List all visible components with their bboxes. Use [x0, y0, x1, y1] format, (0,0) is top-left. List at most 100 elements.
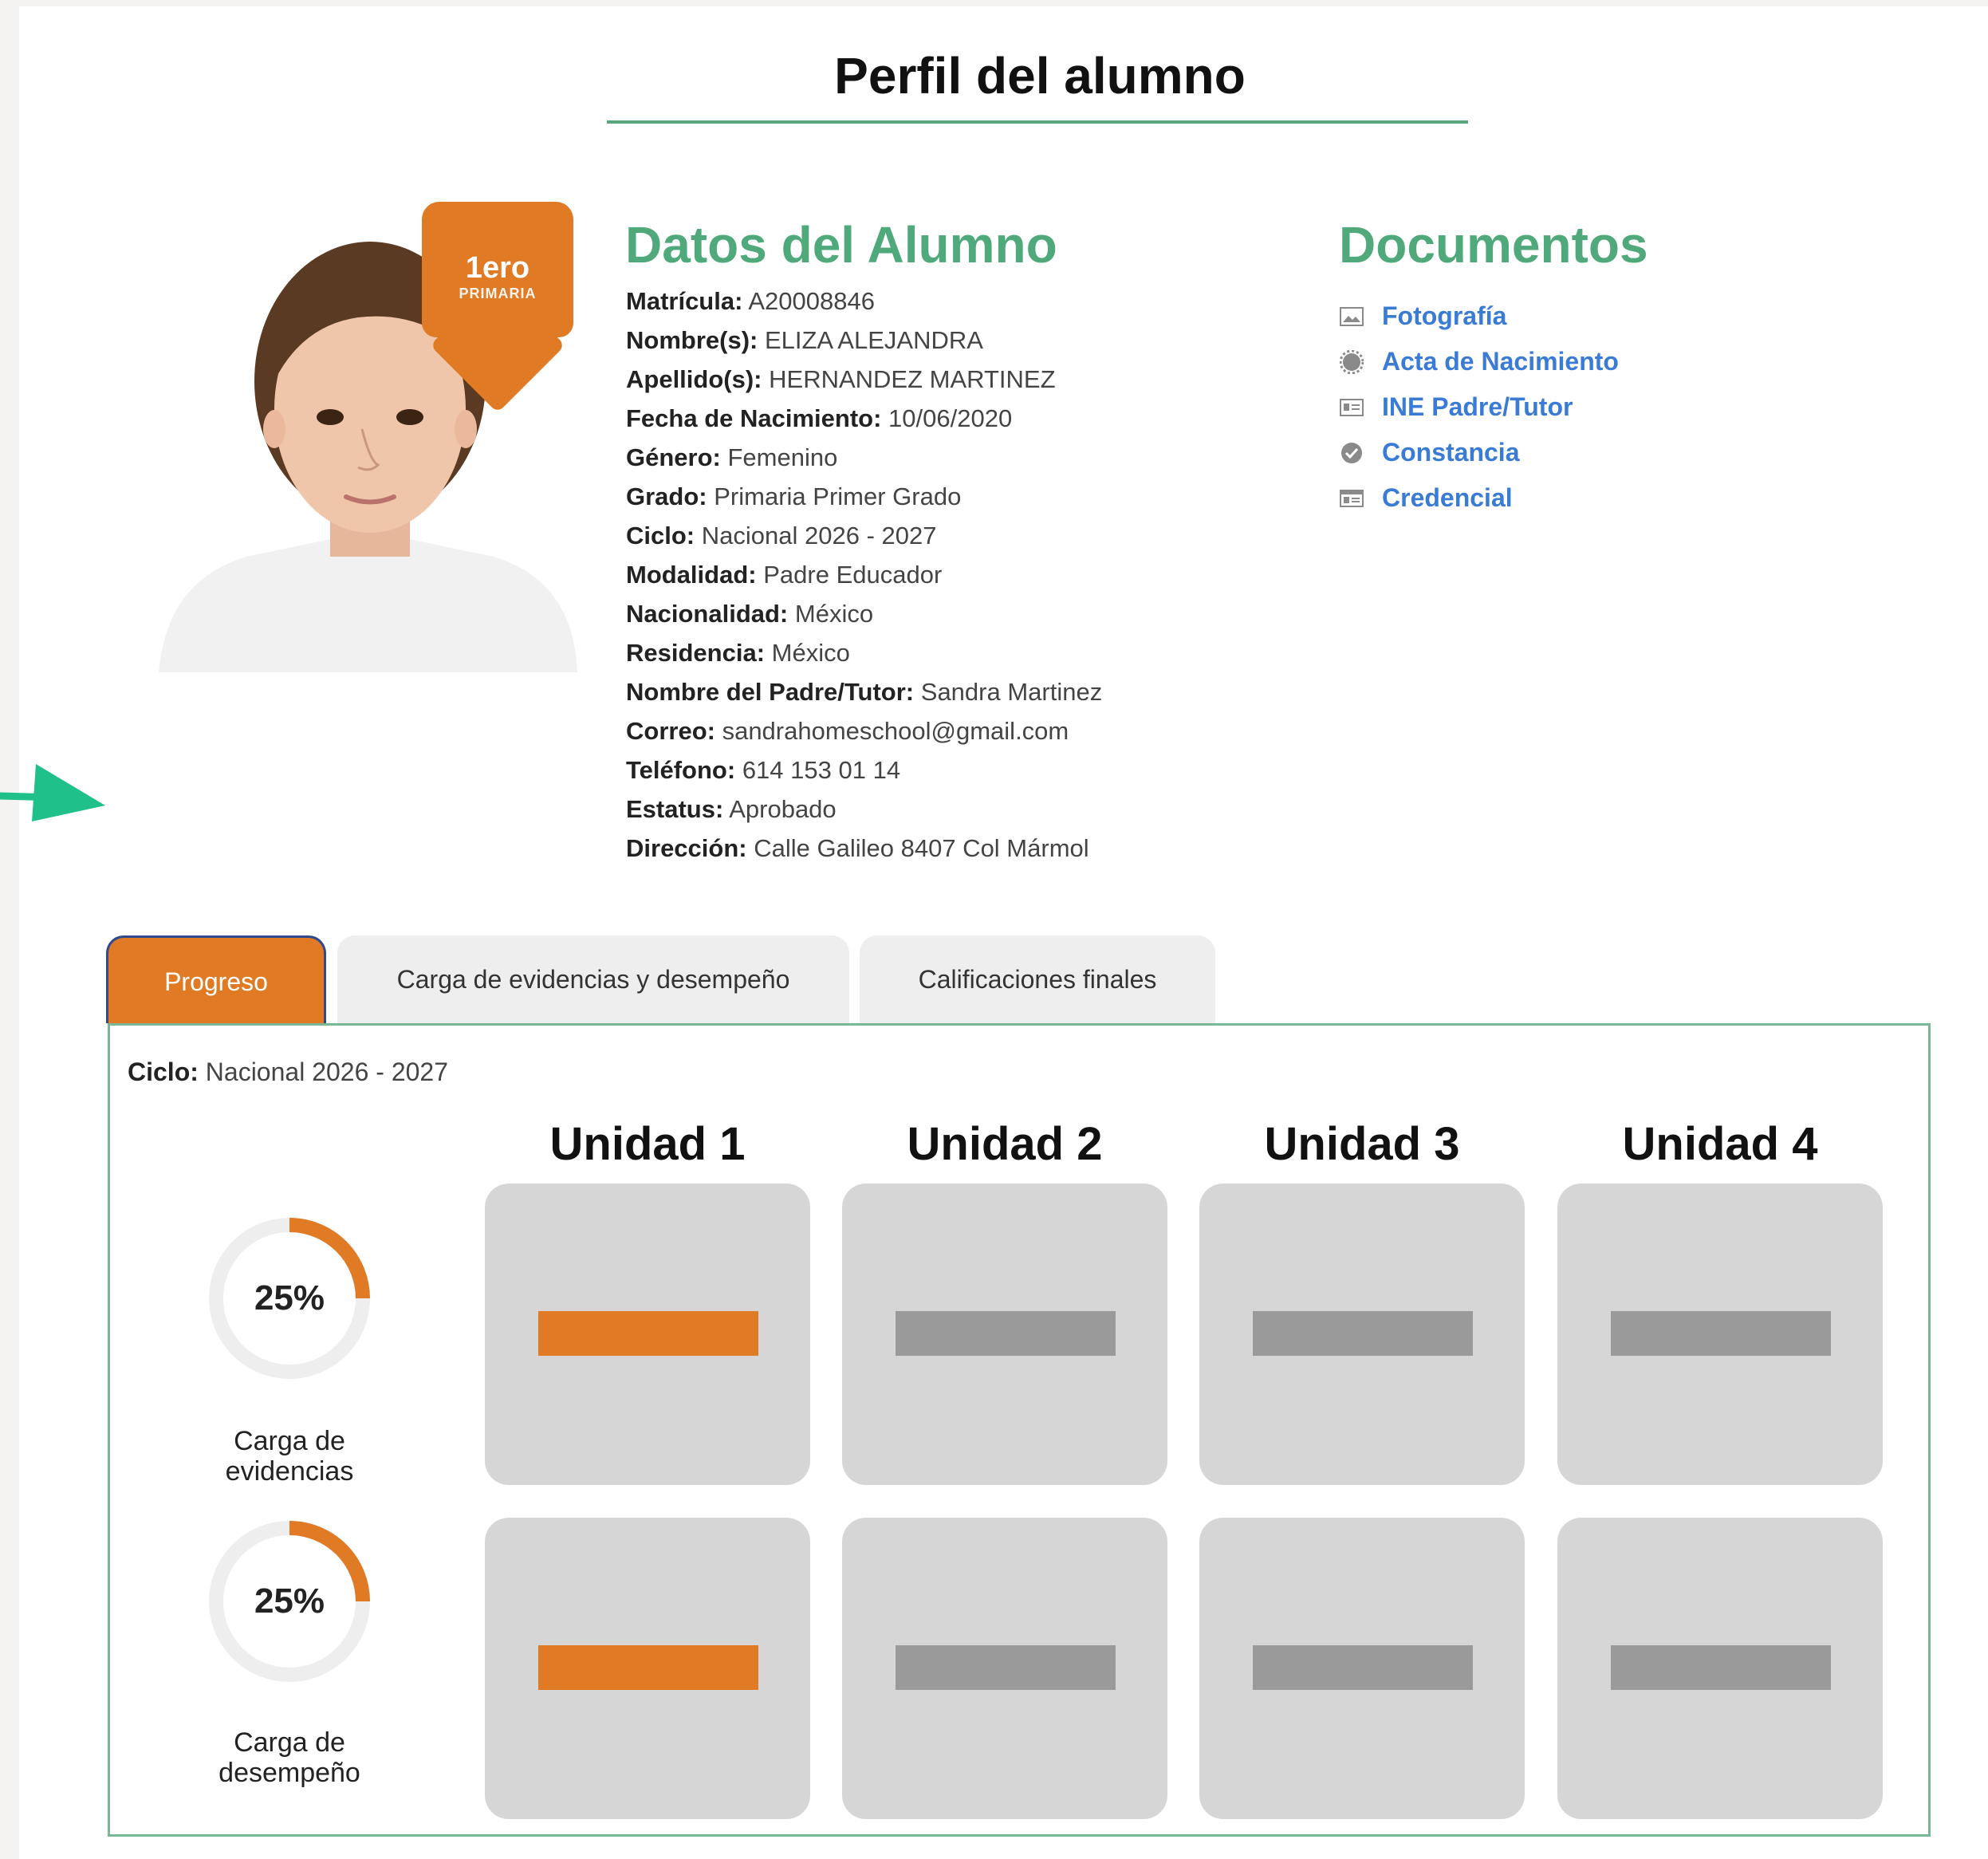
unit-status-bar-pending: [1611, 1311, 1831, 1356]
data-row: Dirección: Calle Galileo 8407 Col Mármol: [626, 829, 1102, 868]
data-row: Residencia: México: [626, 633, 1102, 672]
unit-status-card[interactable]: [485, 1184, 810, 1485]
arrow-icon: [0, 764, 105, 821]
document-label: Credencial: [1382, 483, 1513, 512]
data-row-label: Nombre del Padre/Tutor:: [626, 678, 915, 706]
data-row: Teléfono: 614 153 01 14: [626, 750, 1102, 790]
student-data-list: Matrícula: A20008846 Nombre(s): ELIZA ALE…: [626, 282, 1102, 868]
unit-status-card[interactable]: [842, 1184, 1167, 1485]
data-row-value: Femenino: [727, 443, 838, 471]
image-icon: [1339, 306, 1364, 327]
page-title: Perfil del alumno: [834, 47, 1246, 104]
unit-status-card[interactable]: [1557, 1518, 1883, 1819]
data-row-label: Nombre(s):: [626, 326, 758, 354]
grade-badge: 1ero PRIMARIA: [422, 202, 573, 337]
data-row-label: Nacionalidad:: [626, 600, 789, 628]
progress-label: Carga de evidencias: [158, 1426, 421, 1487]
document-label: Fotografía: [1382, 301, 1507, 330]
unit-status-bar-complete: [538, 1311, 758, 1356]
credential-icon: [1339, 488, 1364, 509]
data-row-label: Estatus:: [626, 795, 724, 823]
document-label: Constancia: [1382, 438, 1520, 467]
tab-progreso[interactable]: Progreso: [106, 935, 326, 1023]
id-card-icon: [1339, 397, 1364, 418]
unit-status-bar-pending: [1253, 1645, 1473, 1690]
unit-status-bar-pending: [1611, 1645, 1831, 1690]
unit-title: Unidad 2: [907, 1118, 1103, 1170]
data-row-label: Fecha de Nacimiento:: [626, 404, 882, 432]
progress-percent: 25%: [254, 1278, 325, 1317]
tab-carga-evidencias[interactable]: Carga de evidencias y desempeño: [337, 935, 849, 1023]
data-row-value: A20008846: [748, 287, 875, 315]
data-row: Apellido(s): HERNANDEZ MARTINEZ: [626, 360, 1102, 399]
unit-status-card[interactable]: [1199, 1518, 1525, 1819]
unit-status-card[interactable]: [1199, 1184, 1525, 1485]
ciclo-value: Nacional 2026 - 2027: [205, 1058, 448, 1086]
data-row-label: Teléfono:: [626, 756, 736, 784]
progress-label-line: desempeño: [218, 1758, 360, 1788]
data-row-label: Residencia:: [626, 639, 766, 667]
data-row-value: México: [794, 600, 874, 628]
data-row: Fecha de Nacimiento: 10/06/2020: [626, 399, 1102, 438]
progress-label-line: Carga de: [234, 1727, 345, 1758]
document-link[interactable]: Acta de Nacimiento: [1339, 339, 1619, 384]
data-row-value: 10/06/2020: [888, 404, 1013, 432]
data-row-label: Ciclo:: [626, 522, 695, 549]
data-row: Modalidad: Padre Educador: [626, 555, 1102, 594]
data-row-label: Correo:: [626, 717, 715, 745]
progress-percent: 25%: [254, 1581, 325, 1621]
unit-status-card[interactable]: [485, 1518, 810, 1819]
document-link[interactable]: Constancia: [1339, 430, 1619, 475]
datos-title: Datos del Alumno: [625, 216, 1057, 274]
data-row-value: Calle Galileo 8407 Col Mármol: [754, 834, 1089, 862]
progress-label-line: evidencias: [225, 1456, 354, 1487]
data-row: Nacionalidad: México: [626, 594, 1102, 633]
data-row-value: HERNANDEZ MARTINEZ: [769, 365, 1056, 393]
unit-status-bar-pending: [896, 1311, 1116, 1356]
data-row: Ciclo: Nacional 2026 - 2027: [626, 516, 1102, 555]
data-row-value: México: [771, 639, 850, 667]
unit-status-card[interactable]: [842, 1518, 1167, 1819]
data-row-label: Apellido(s):: [626, 365, 762, 393]
progress-label: Carga de desempeño: [158, 1727, 421, 1788]
data-row: Nombre(s): ELIZA ALEJANDRA: [626, 321, 1102, 360]
unit-status-bar-pending: [1253, 1311, 1473, 1356]
badge-grade: 1ero: [465, 251, 530, 285]
document-label: INE Padre/Tutor: [1382, 392, 1573, 421]
progress-label-line: Carga de: [234, 1426, 345, 1456]
data-row: Correo: sandrahomeschool@gmail.com: [626, 711, 1102, 750]
unit-title: Unidad 1: [549, 1118, 746, 1170]
documentos-title: Documentos: [1339, 216, 1648, 274]
unit-status-bar-pending: [896, 1645, 1116, 1690]
ciclo-line: Ciclo: Nacional 2026 - 2027: [128, 1058, 448, 1087]
unit-status-card[interactable]: [1557, 1184, 1883, 1485]
document-link[interactable]: Fotografía: [1339, 293, 1619, 339]
data-row-value: ELIZA ALEJANDRA: [764, 326, 983, 354]
data-row-value: Padre Educador: [763, 561, 943, 589]
data-row: Matrícula: A20008846: [626, 282, 1102, 321]
document-link[interactable]: INE Padre/Tutor: [1339, 384, 1619, 430]
data-row-value: sandrahomeschool@gmail.com: [722, 717, 1069, 745]
data-row-label: Modalidad:: [626, 561, 757, 589]
seal-icon: [1339, 349, 1364, 374]
ciclo-label: Ciclo:: [128, 1058, 199, 1086]
unit-title: Unidad 4: [1622, 1118, 1818, 1170]
document-label: Acta de Nacimiento: [1382, 347, 1619, 376]
data-row-value: Primaria Primer Grado: [714, 482, 962, 510]
tab-calificaciones[interactable]: Calificaciones finales: [860, 935, 1215, 1023]
data-row: Grado: Primaria Primer Grado: [626, 477, 1102, 516]
data-row: Estatus: Aprobado: [626, 790, 1102, 829]
data-row-value: Nacional 2026 - 2027: [701, 522, 937, 549]
data-row-label: Matrícula:: [626, 287, 743, 315]
profile-card: Perfil del alumno 1ero PRIMARIA Datos de…: [19, 6, 1988, 1859]
data-row-value: Aprobado: [729, 795, 837, 823]
data-row-value: 614 153 01 14: [742, 756, 901, 784]
data-row-label: Dirección:: [626, 834, 747, 862]
documents-list: Fotografía Acta de Nacimiento INE Padre/Tu…: [1339, 293, 1619, 521]
title-divider: [607, 120, 1468, 124]
data-row-label: Grado:: [626, 482, 707, 510]
data-row: Nombre del Padre/Tutor: Sandra Martinez: [626, 672, 1102, 711]
unit-status-bar-complete: [538, 1645, 758, 1690]
data-row-label: Género:: [626, 443, 721, 471]
document-link[interactable]: Credencial: [1339, 475, 1619, 521]
